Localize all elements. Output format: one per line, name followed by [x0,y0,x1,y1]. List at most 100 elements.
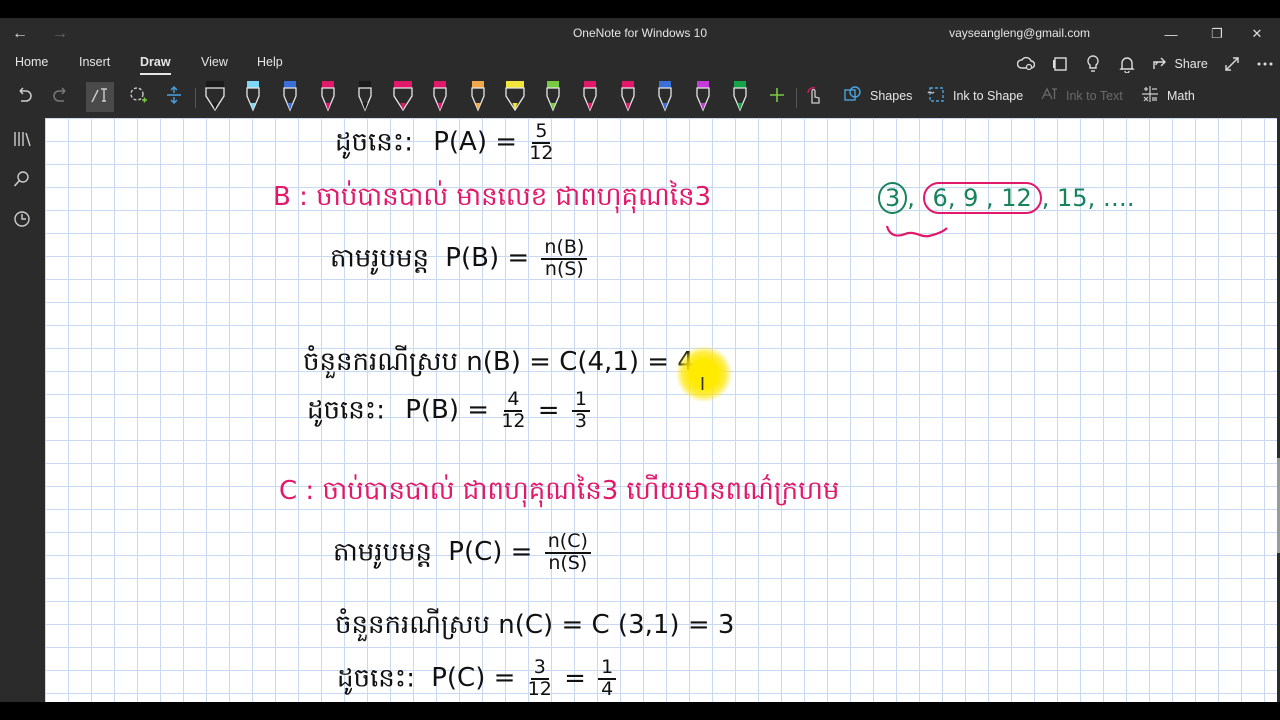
tab-view[interactable]: View [201,55,228,69]
pen-9[interactable] [500,79,530,113]
pen-4[interactable] [313,79,343,113]
bottom-letterbox [0,702,1280,720]
tab-draw[interactable]: Draw [140,55,171,75]
pen-icon [658,81,672,112]
pen-1[interactable] [200,79,230,113]
touch-hand-icon [805,85,823,110]
ink-to-text-button[interactable]: Ink to Text [1040,84,1123,108]
pen-13[interactable] [650,79,680,113]
pen-icon [358,81,372,112]
lasso-select-tool[interactable] [124,82,152,112]
shapes-label: Shapes [870,89,913,103]
result-a-num: 5 [532,121,551,144]
result-b-fraction-1: 4 12 [501,389,526,432]
pen-icon [733,81,747,112]
result-b-fraction-2: 13 [571,389,590,432]
result-c-line: ដូចនេះ: P(C) = 3 12 = 14 [337,657,620,700]
minimize-icon: — [1164,26,1178,42]
notebooks-icon[interactable] [11,128,33,150]
comma: , [907,184,923,212]
pen-6[interactable] [388,79,418,113]
tab-help[interactable]: Help [257,55,283,69]
math-button[interactable]: Math [1141,84,1195,108]
type-select-tool[interactable] [86,82,114,112]
redo-button[interactable] [47,82,75,112]
pen-10[interactable] [538,79,568,113]
account-email[interactable]: vayseangleng@gmail.com [949,26,1090,40]
pen-icon [245,81,260,112]
add-space-tool[interactable] [160,82,188,112]
result-c-expr: P(C) = [431,663,516,694]
pen-12[interactable] [613,79,643,113]
minimize-button[interactable]: — [1148,18,1194,50]
pen-2[interactable] [238,79,268,113]
add-pen-button[interactable] [763,82,791,112]
multiples-tail: , 15, …. [1041,184,1135,212]
draw-toolbar: Shapes Ink to Shape Ink to Text Math [0,76,1280,118]
text-cursor-icon: I [700,374,706,394]
pen-icon [695,81,710,112]
pen-11[interactable] [575,79,605,113]
pen-icon [283,81,297,112]
result-c-num1: 3 [530,657,549,680]
tab-insert[interactable]: Insert [79,55,110,69]
formula-c-den: n(S) [548,551,588,574]
toolbar-separator [796,88,797,108]
fullscreen-icon[interactable] [1221,54,1243,74]
pen-7[interactable] [425,79,455,113]
math-label: Math [1167,89,1195,103]
add-space-icon [165,85,183,110]
bell-icon[interactable] [1116,54,1138,74]
ink-to-shape-label: Ink to Shape [953,89,1024,103]
top-letterbox [0,0,1280,18]
count-c-line: ចំនួនករណីស្រប n(C) = C (3,1) = 3 [335,610,735,640]
search-icon[interactable] [11,168,33,190]
notebook-view-icon[interactable] [1049,54,1071,74]
sync-icon[interactable] [1015,54,1037,74]
lasso-text-icon [90,86,110,109]
title-bar: ← → OneNote for Windows 10 vayseangleng@… [0,18,1280,50]
undo-button[interactable] [10,82,38,112]
formula-b-den: n(S) [544,257,584,280]
result-b-equals: = [537,395,560,426]
shapes-icon [844,85,862,107]
ink-to-text-label: Ink to Text [1066,89,1123,103]
result-b-expr: P(B) = [405,395,490,426]
formula-b-line: តាមរូបមន្ត P(B) = n(B) n(S) [330,237,591,280]
circled-three: 3 [878,182,908,214]
formula-b-num: n(B) [541,237,588,260]
count-b-line: ចំនួនករណីស្រប n(B) = C(4,1) = 4 [303,347,694,377]
share-button[interactable]: Share [1153,56,1208,71]
lasso-icon [128,85,148,110]
share-label: Share [1174,57,1208,71]
pen-14[interactable] [688,79,718,113]
pen-8[interactable] [463,79,493,113]
more-options-icon[interactable] [1254,54,1276,74]
pen-icon [433,81,447,112]
shapes-button[interactable]: Shapes [844,84,912,108]
redo-icon [52,86,70,108]
result-c-den2: 4 [601,677,614,700]
tab-home[interactable]: Home [15,55,48,69]
pen-3[interactable] [275,79,305,113]
recent-clock-icon[interactable] [11,208,33,230]
result-a-prefix: ដូចនេះ: [335,127,413,158]
lightbulb-icon[interactable] [1082,54,1104,74]
question-b-title: B : ចាប់បានបាល់ មានលេខ ជាពហុគុណនៃ3 [273,182,712,212]
formula-c-prefix: តាមរូបមន្ត [333,537,433,568]
result-b-prefix: ដូចនេះ: [307,395,385,426]
formula-c-num: n(C) [544,531,591,554]
note-page-canvas[interactable]: ដូចនេះ: P(A) = 5 12 B : ចាប់បានបាល់ មានលេ… [45,118,1277,720]
pen-icon [545,81,560,112]
ink-to-shape-button[interactable]: Ink to Shape [927,84,1023,108]
result-b-den2: 3 [574,409,587,432]
close-button[interactable]: ✕ [1234,18,1280,50]
result-c-fraction-1: 3 12 [528,657,552,700]
formula-b-prefix: តាមរូបមន្ត [330,243,430,274]
pen-5[interactable] [350,79,380,113]
touch-draw-tool[interactable] [800,82,828,112]
pen-15[interactable] [725,79,755,113]
restore-icon: ❐ [1211,26,1223,41]
toolbar-separator [195,88,196,108]
result-b-den1: 12 [501,409,526,432]
